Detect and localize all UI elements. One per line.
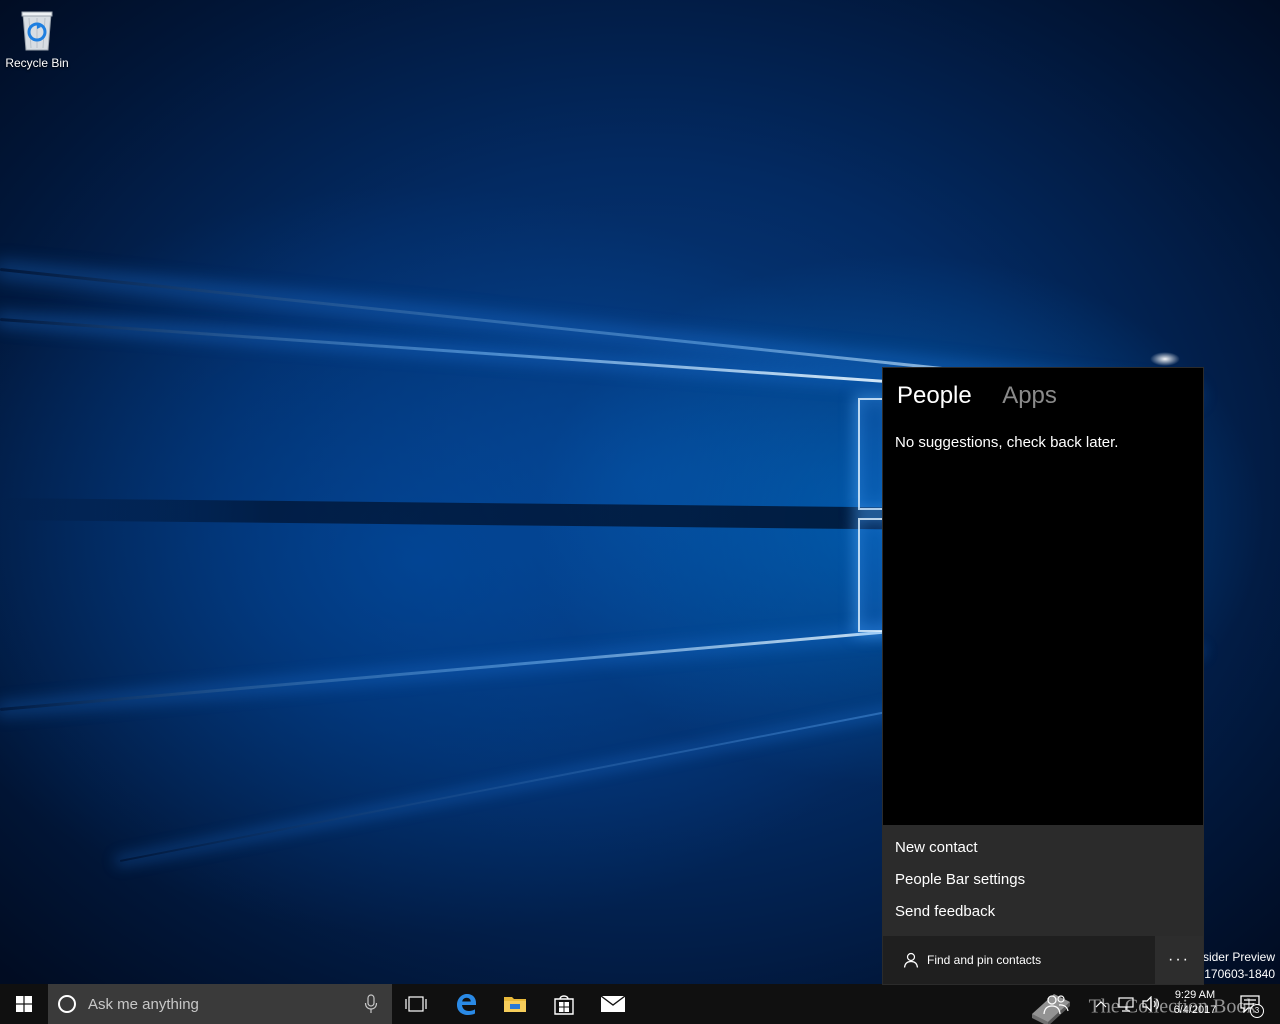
- recycle-bin-icon: [21, 11, 53, 51]
- menu-item-people-bar-settings[interactable]: People Bar settings: [883, 864, 1203, 896]
- wallpaper-light-beam: [0, 629, 897, 711]
- store-icon: [554, 995, 574, 1015]
- edge-icon: [457, 994, 476, 1015]
- clock-time: 9:29 AM: [1174, 989, 1216, 1001]
- volume-button[interactable]: [1139, 984, 1163, 1024]
- file-explorer-icon: [504, 997, 526, 1012]
- menu-item-send-feedback[interactable]: Send feedback: [883, 896, 1203, 928]
- people-context-menu: New contact People Bar settings Send fee…: [883, 825, 1203, 936]
- notification-count-badge: 3: [1250, 1004, 1264, 1018]
- more-icon: ···: [1168, 951, 1190, 968]
- microphone-icon[interactable]: [364, 994, 378, 1014]
- task-view-icon: [405, 996, 427, 1012]
- speaker-icon: [1142, 996, 1159, 1012]
- recycle-bin-label: Recycle Bin: [5, 56, 69, 70]
- people-icon: [1043, 995, 1069, 1015]
- windows-logo-icon: [16, 996, 32, 1012]
- file-explorer-taskbar-button[interactable]: [491, 984, 539, 1024]
- watermark-line: e.170603-1840: [1194, 967, 1275, 981]
- find-and-pin-contacts-label: Find and pin contacts: [927, 953, 1042, 967]
- network-icon: [1118, 997, 1134, 1012]
- wallpaper-light-flare: [1150, 352, 1180, 366]
- mail-icon: [600, 995, 626, 1012]
- person-icon: [903, 952, 919, 968]
- insider-preview-watermark: nsider Preview e.170603-1840: [1194, 949, 1275, 983]
- show-hidden-icons-button[interactable]: [1090, 984, 1112, 1024]
- action-center-button[interactable]: 3: [1232, 984, 1268, 1024]
- taskbar-clock[interactable]: 9:29 AM 6/4/2017: [1166, 986, 1224, 1024]
- people-flyout-tabs: People Apps: [897, 382, 1083, 416]
- start-button[interactable]: [0, 984, 48, 1024]
- people-flyout-footer: Find and pin contacts ···: [883, 936, 1203, 984]
- wallpaper-shadow-band: [0, 498, 901, 530]
- find-and-pin-contacts-button[interactable]: Find and pin contacts: [883, 936, 1155, 984]
- tab-apps[interactable]: Apps: [1002, 382, 1057, 410]
- taskbar: Ask me anything 9:29 AM 6/4/2017 3: [0, 984, 1280, 1024]
- clock-date: 6/4/2017: [1173, 1004, 1217, 1016]
- more-options-button[interactable]: ···: [1155, 936, 1203, 984]
- task-view-button[interactable]: [392, 984, 440, 1024]
- people-bar-button[interactable]: [1030, 984, 1082, 1024]
- mail-taskbar-button[interactable]: [589, 984, 637, 1024]
- search-placeholder: Ask me anything: [88, 995, 199, 1013]
- tab-people[interactable]: People: [897, 382, 972, 410]
- cortana-icon: [58, 995, 76, 1013]
- cortana-search-box[interactable]: Ask me anything: [48, 984, 392, 1024]
- edge-taskbar-button[interactable]: [442, 984, 490, 1024]
- people-flyout: People Apps No suggestions, check back l…: [883, 368, 1203, 984]
- recycle-bin-shortcut[interactable]: Recycle Bin: [2, 6, 72, 76]
- chevron-up-icon: [1095, 1001, 1107, 1008]
- menu-item-new-contact[interactable]: New contact: [883, 832, 1203, 864]
- store-taskbar-button[interactable]: [540, 984, 588, 1024]
- watermark-line: nsider Preview: [1196, 950, 1275, 964]
- empty-suggestions-message: No suggestions, check back later.: [895, 434, 1119, 451]
- network-button[interactable]: [1114, 984, 1138, 1024]
